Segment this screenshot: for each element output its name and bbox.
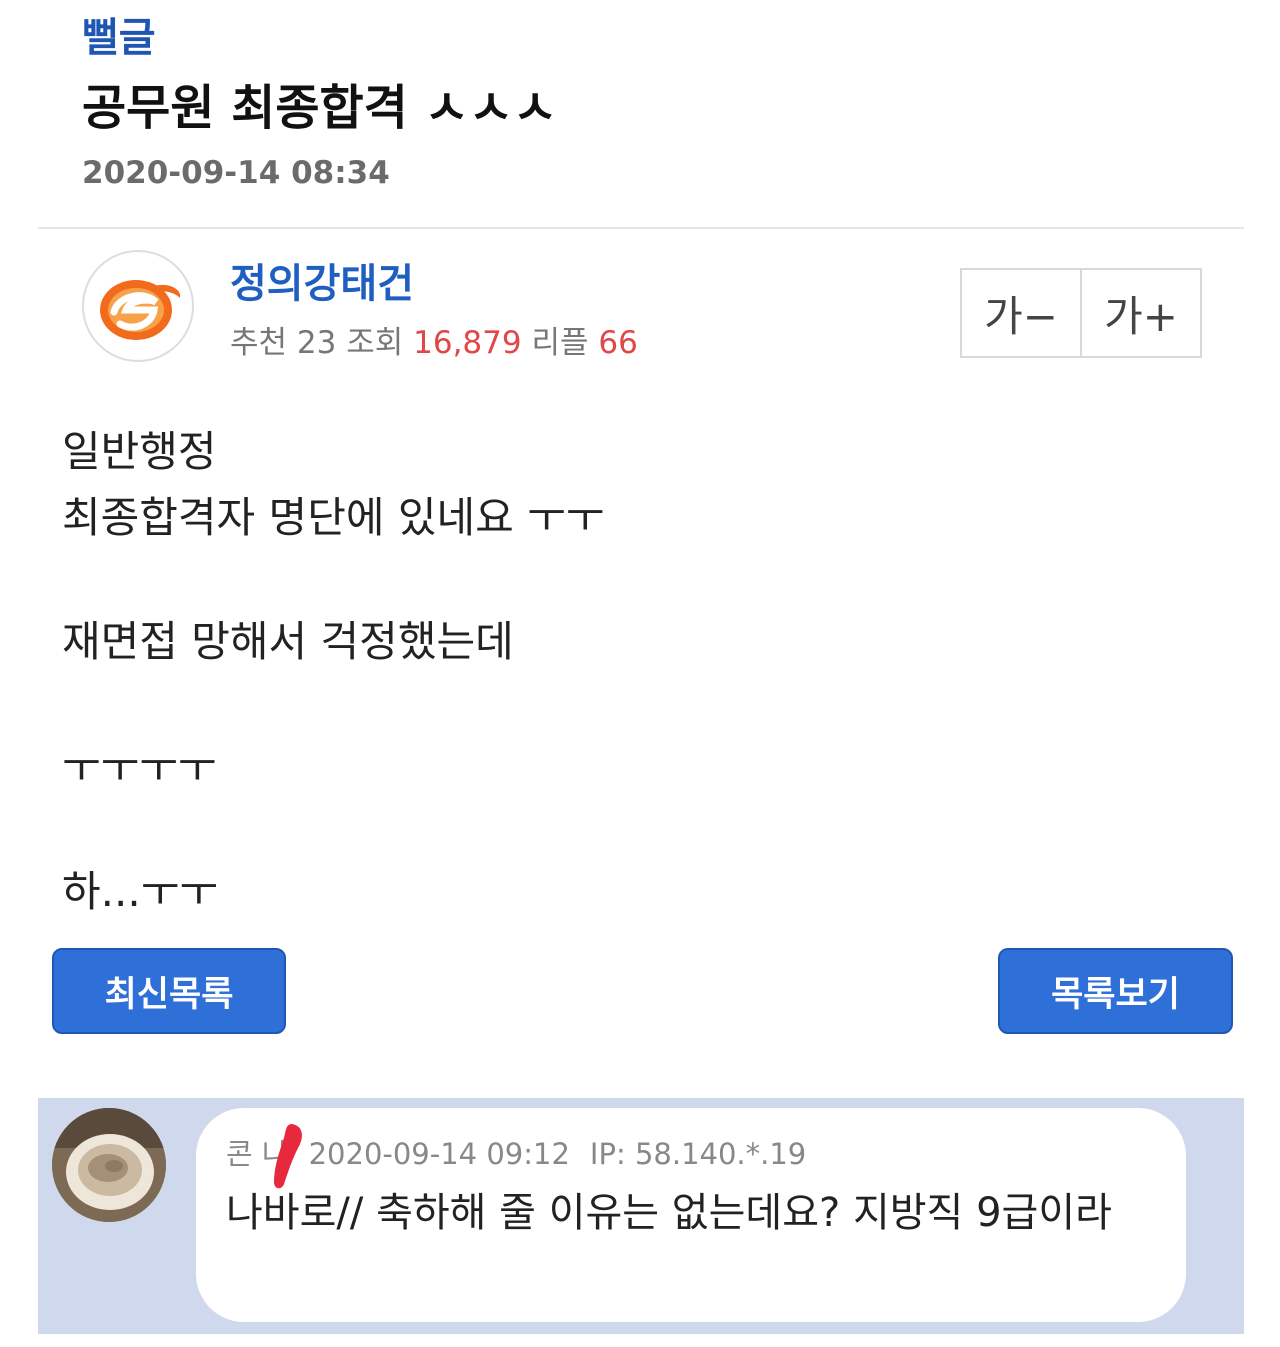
body-line: ㅜㅜㅜㅜ: [62, 743, 217, 792]
body-line: 재면접 망해서 걱정했는데: [62, 617, 514, 666]
author-avatar[interactable]: [82, 250, 194, 362]
comment-text: 나바로// 축하해 줄 이유는 없는데요? 지방직 9급이라: [226, 1190, 1112, 1236]
comment-time: 2020-09-14 09:12: [308, 1137, 570, 1171]
recommend-count: 23: [296, 325, 337, 361]
post-title: 공무원 최종합격 ㅅㅅㅅ: [82, 80, 558, 136]
body-line: 최종합격자 명단에 있네요 ㅜㅜ: [62, 493, 605, 542]
commenter-avatar[interactable]: [52, 1108, 166, 1222]
header-divider: [38, 227, 1244, 229]
views-count: 16,879: [413, 325, 522, 361]
post-stats: 추천 23 조회 16,879 리플 66: [230, 322, 638, 364]
latest-list-button[interactable]: 최신목록: [52, 948, 286, 1034]
post-category[interactable]: 뻘글: [82, 10, 156, 66]
view-list-button[interactable]: 목록보기: [998, 948, 1233, 1034]
replies-count: 66: [598, 325, 638, 361]
replies-label: 리플: [531, 325, 589, 361]
comment-ip: IP: 58.140.*.19: [589, 1137, 807, 1171]
coffee-cup-photo-icon: [52, 1108, 166, 1222]
body-line: 하...ㅜㅜ: [62, 867, 218, 916]
views-label: 조회: [346, 325, 404, 361]
author-name[interactable]: 정의강태건: [230, 258, 414, 310]
font-increase-button[interactable]: 가+: [1080, 270, 1200, 356]
font-decrease-button[interactable]: 가−: [962, 270, 1080, 356]
orange-e-logo-icon: [86, 254, 190, 358]
recommend-label: 추천: [230, 325, 288, 361]
comment-meta: 콘 냐 2020-09-14 09:12 IP: 58.140.*.19: [226, 1134, 806, 1174]
post-date: 2020-09-14 08:34: [82, 155, 390, 191]
body-line: 일반행정: [62, 427, 217, 476]
font-size-controls: 가− 가+: [960, 268, 1202, 358]
